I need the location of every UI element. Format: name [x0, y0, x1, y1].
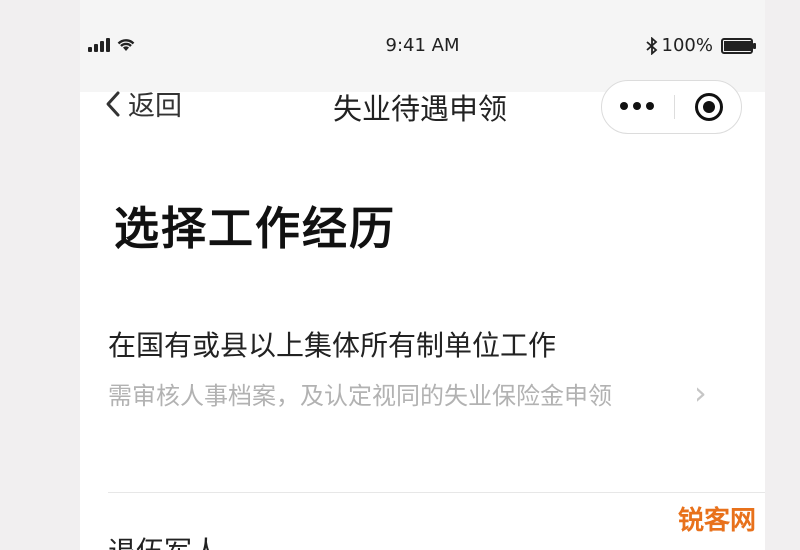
- bluetooth-icon: [645, 36, 657, 55]
- mini-program-capsule: [601, 80, 742, 134]
- chevron-left-icon: [106, 91, 120, 116]
- status-right: 100%: [645, 35, 756, 56]
- phone-screen: 9:41 AM 100% 返回 失业待遇申领 选择工作经历 在国有或县以上集体所…: [80, 0, 765, 550]
- target-icon[interactable]: [695, 93, 723, 121]
- battery-percent: 100%: [661, 35, 713, 56]
- work-history-option[interactable]: 在国有或县以上集体所有制单位工作 需审核人事档案，及认定视同的失业保险金申领: [108, 322, 708, 416]
- option-title: 在国有或县以上集体所有制单位工作: [108, 329, 557, 362]
- divider: [108, 492, 765, 493]
- veteran-option[interactable]: 退伍军人: [108, 530, 220, 550]
- page-title: 失业待遇申领: [332, 92, 507, 126]
- back-button[interactable]: 返回: [104, 84, 182, 123]
- back-label: 返回: [128, 91, 182, 122]
- battery-fill: [724, 40, 752, 51]
- watermark-logo: 锐客网: [677, 506, 756, 536]
- chevron-right-icon: ›: [694, 374, 707, 412]
- battery-icon: [721, 37, 756, 54]
- section-heading: 选择工作经历: [114, 202, 397, 255]
- capsule-divider: [674, 95, 675, 119]
- status-bar: 9:41 AM 100%: [80, 0, 765, 92]
- option-description: 需审核人事档案，及认定视同的失业保险金申领: [108, 382, 612, 410]
- more-icon[interactable]: [620, 102, 654, 110]
